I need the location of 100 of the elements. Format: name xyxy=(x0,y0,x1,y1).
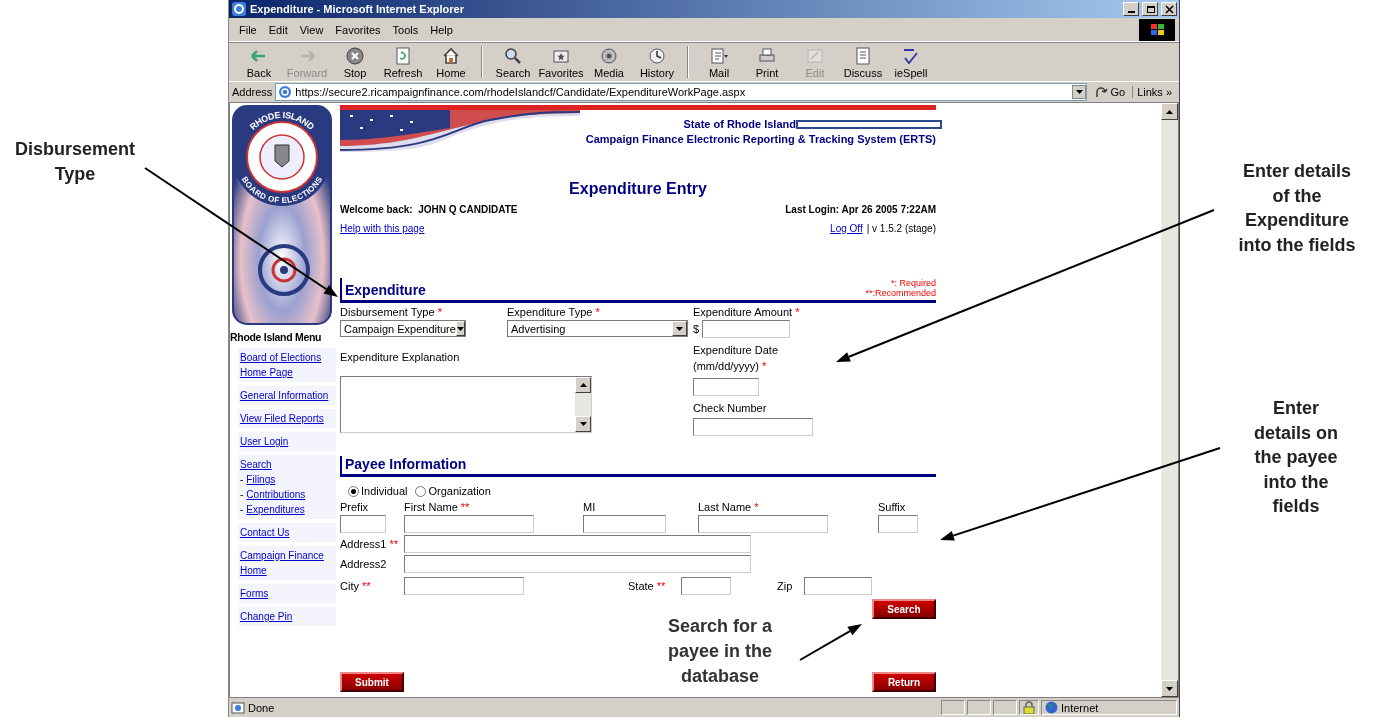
bullet-text: - xyxy=(240,473,244,487)
field-label: (mm/dd/yyyy) xyxy=(693,360,759,372)
radio-button[interactable]: Organization xyxy=(415,485,491,497)
date-input[interactable] xyxy=(693,378,759,396)
menu-link[interactable]: Change Pin xyxy=(240,609,334,624)
toolbar-button[interactable]: Stop xyxy=(331,44,379,80)
help-link[interactable]: Help with this page xyxy=(340,223,425,234)
required-mark: ** xyxy=(656,580,666,592)
toolbar-button[interactable]: Home xyxy=(427,44,475,80)
text-input[interactable] xyxy=(583,515,666,533)
toolbar-button[interactable]: Search xyxy=(489,44,537,80)
menu-link[interactable]: Board of Elections Home Page xyxy=(240,350,334,380)
page-icon xyxy=(231,700,245,715)
menu-link[interactable]: Filings xyxy=(246,472,276,487)
text-input[interactable] xyxy=(404,577,524,595)
section-heading: Expenditure xyxy=(345,282,426,298)
close-button[interactable] xyxy=(1161,2,1177,16)
page-title: Expenditure Entry xyxy=(569,180,707,198)
caret-up-icon xyxy=(579,383,587,387)
log-off-link[interactable]: Log Off xyxy=(830,223,863,234)
explanation-textarea[interactable] xyxy=(340,376,592,433)
toolbar-button[interactable]: Discuss xyxy=(839,44,887,80)
caret-down-icon xyxy=(579,422,587,426)
caret-down-icon xyxy=(456,326,464,331)
text-input[interactable] xyxy=(404,555,751,573)
toolbar-button[interactable]: Back xyxy=(235,44,283,80)
field-label: Last Name xyxy=(698,501,752,513)
toolbar-button[interactable]: ieSpell xyxy=(887,44,935,80)
menu-link[interactable]: Search xyxy=(240,457,334,472)
scrollbar[interactable] xyxy=(1161,103,1178,697)
menu-item[interactable]: Help xyxy=(424,21,459,38)
caret-down-icon xyxy=(1166,686,1173,691)
section-heading: Payee Information xyxy=(345,456,467,472)
field-label: First Name xyxy=(404,501,458,513)
bullet-text: - xyxy=(240,503,244,517)
callout-arrow xyxy=(799,624,862,661)
links-button[interactable]: Links » xyxy=(1132,86,1176,98)
text-input[interactable] xyxy=(404,515,534,533)
minimize-button[interactable] xyxy=(1123,2,1139,16)
text-input[interactable] xyxy=(404,535,751,553)
toolbar-button[interactable]: Print xyxy=(743,44,791,80)
field-label: Expenditure Amount xyxy=(693,306,793,318)
welcome-text: Welcome back: JOHN Q CANDIDATE xyxy=(340,204,518,215)
status-text: Done xyxy=(248,701,275,714)
field-label: Expenditure Date xyxy=(693,343,779,358)
menu-link[interactable]: View Filed Reports xyxy=(240,411,334,426)
required-mark: * xyxy=(595,306,600,318)
status-panel xyxy=(941,700,965,715)
toolbar-button[interactable]: Favorites xyxy=(537,44,585,80)
menu-item[interactable]: Edit xyxy=(262,21,294,38)
minimize-icon xyxy=(1127,11,1135,13)
toolbar-button[interactable]: History xyxy=(633,44,681,80)
legend-text: *: Required xyxy=(889,278,936,288)
menu-link[interactable]: Contact Us xyxy=(240,525,334,540)
field-label: Expenditure Explanation xyxy=(340,351,460,363)
menu-item[interactable]: File xyxy=(233,21,263,38)
amount-input[interactable] xyxy=(702,320,791,338)
check-number-input[interactable] xyxy=(693,418,813,436)
field-label: State xyxy=(628,580,654,592)
field-label: Check Number xyxy=(693,401,768,416)
menu-link[interactable]: Contributions xyxy=(246,487,306,502)
menu-item[interactable]: View xyxy=(293,21,330,38)
stop-icon xyxy=(345,45,365,66)
menu-link[interactable]: Expenditures xyxy=(246,502,305,517)
maximize-button[interactable] xyxy=(1142,2,1158,16)
text-input[interactable] xyxy=(681,577,731,595)
toolbar-button[interactable]: Refresh xyxy=(379,44,427,80)
required-mark: ** xyxy=(362,580,371,592)
submit-button[interactable]: Submit xyxy=(340,672,404,692)
toolbar-button[interactable]: Media xyxy=(585,44,633,80)
state-text: State of Rhode Island xyxy=(683,118,796,130)
toolbar-button[interactable]: Mail xyxy=(695,44,743,80)
text-input[interactable] xyxy=(878,515,918,533)
text-input[interactable] xyxy=(698,515,828,533)
field-label: Expenditure Type xyxy=(507,306,593,318)
dropdown[interactable]: Campaign Expenditure xyxy=(340,320,466,337)
text-input[interactable] xyxy=(804,577,872,595)
menu-item[interactable]: Tools xyxy=(386,21,425,38)
menu-item[interactable]: Favorites xyxy=(329,21,387,38)
menu-link[interactable]: Forms xyxy=(240,586,334,601)
windows-logo-icon xyxy=(1139,18,1175,41)
menu-link[interactable]: General Information xyxy=(240,388,334,403)
dropdown-button[interactable] xyxy=(1072,85,1087,99)
field-label: City xyxy=(340,580,359,592)
radio-button[interactable]: Individual xyxy=(348,485,408,497)
text-input[interactable] xyxy=(340,515,386,533)
system-title: Campaign Finance Electronic Reporting & Tracking System (ERTS) xyxy=(585,133,936,145)
menu-link[interactable]: Campaign Finance Home xyxy=(240,548,334,578)
return-button[interactable]: Return xyxy=(872,672,936,692)
required-mark: * xyxy=(795,306,800,318)
callout-text: Enter details on the payee into the fields xyxy=(1253,397,1339,518)
menu-link[interactable]: User Login xyxy=(240,434,334,449)
required-mark: * xyxy=(437,306,442,318)
go-button[interactable]: Go xyxy=(1090,85,1130,99)
address-field[interactable]: https://secure2.ricampaignfinance.com/rhodeIslandcf/Candidate/ExpenditureWorkPage.aspx xyxy=(275,83,1088,101)
last-login-text: Last Login: Apr 26 2005 7:22AM xyxy=(785,204,936,215)
search-button[interactable]: Search xyxy=(872,599,936,619)
field-label: Address1 xyxy=(340,538,387,550)
dropdown[interactable]: Advertising xyxy=(507,320,688,337)
document-icon xyxy=(853,45,873,66)
